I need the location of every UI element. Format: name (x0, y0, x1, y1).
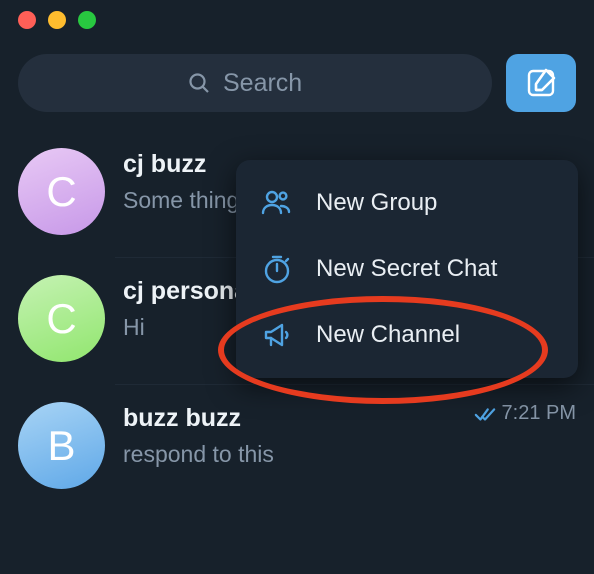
window-titlebar (0, 0, 594, 40)
menu-item-label: New Group (316, 189, 437, 217)
chat-item[interactable]: B buzz buzz respond to this 7:21 PM (0, 384, 594, 511)
compose-menu: New Group New Secret Chat New Channel (236, 160, 578, 378)
minimize-window-button[interactable] (48, 11, 66, 29)
new-secret-chat-item[interactable]: New Secret Chat (236, 236, 578, 302)
avatar: B (18, 402, 105, 489)
search-box[interactable] (18, 54, 492, 112)
menu-item-label: New Secret Chat (316, 255, 497, 283)
avatar: C (18, 148, 105, 235)
search-icon (187, 71, 211, 95)
close-window-button[interactable] (18, 11, 36, 29)
chat-time: 7:21 PM (502, 402, 576, 425)
chat-preview: respond to this (123, 439, 576, 470)
search-input[interactable] (223, 69, 323, 98)
group-icon (260, 186, 294, 220)
fullscreen-window-button[interactable] (78, 11, 96, 29)
compose-button[interactable] (506, 54, 576, 112)
top-bar (0, 40, 594, 130)
read-checks-icon (474, 405, 496, 423)
timer-icon (260, 252, 294, 286)
chat-meta: 7:21 PM (474, 402, 576, 425)
new-channel-item[interactable]: New Channel (236, 302, 578, 368)
megaphone-icon (260, 318, 294, 352)
menu-item-label: New Channel (316, 321, 460, 349)
compose-icon (524, 66, 558, 100)
new-group-item[interactable]: New Group (236, 170, 578, 236)
avatar: C (18, 275, 105, 362)
